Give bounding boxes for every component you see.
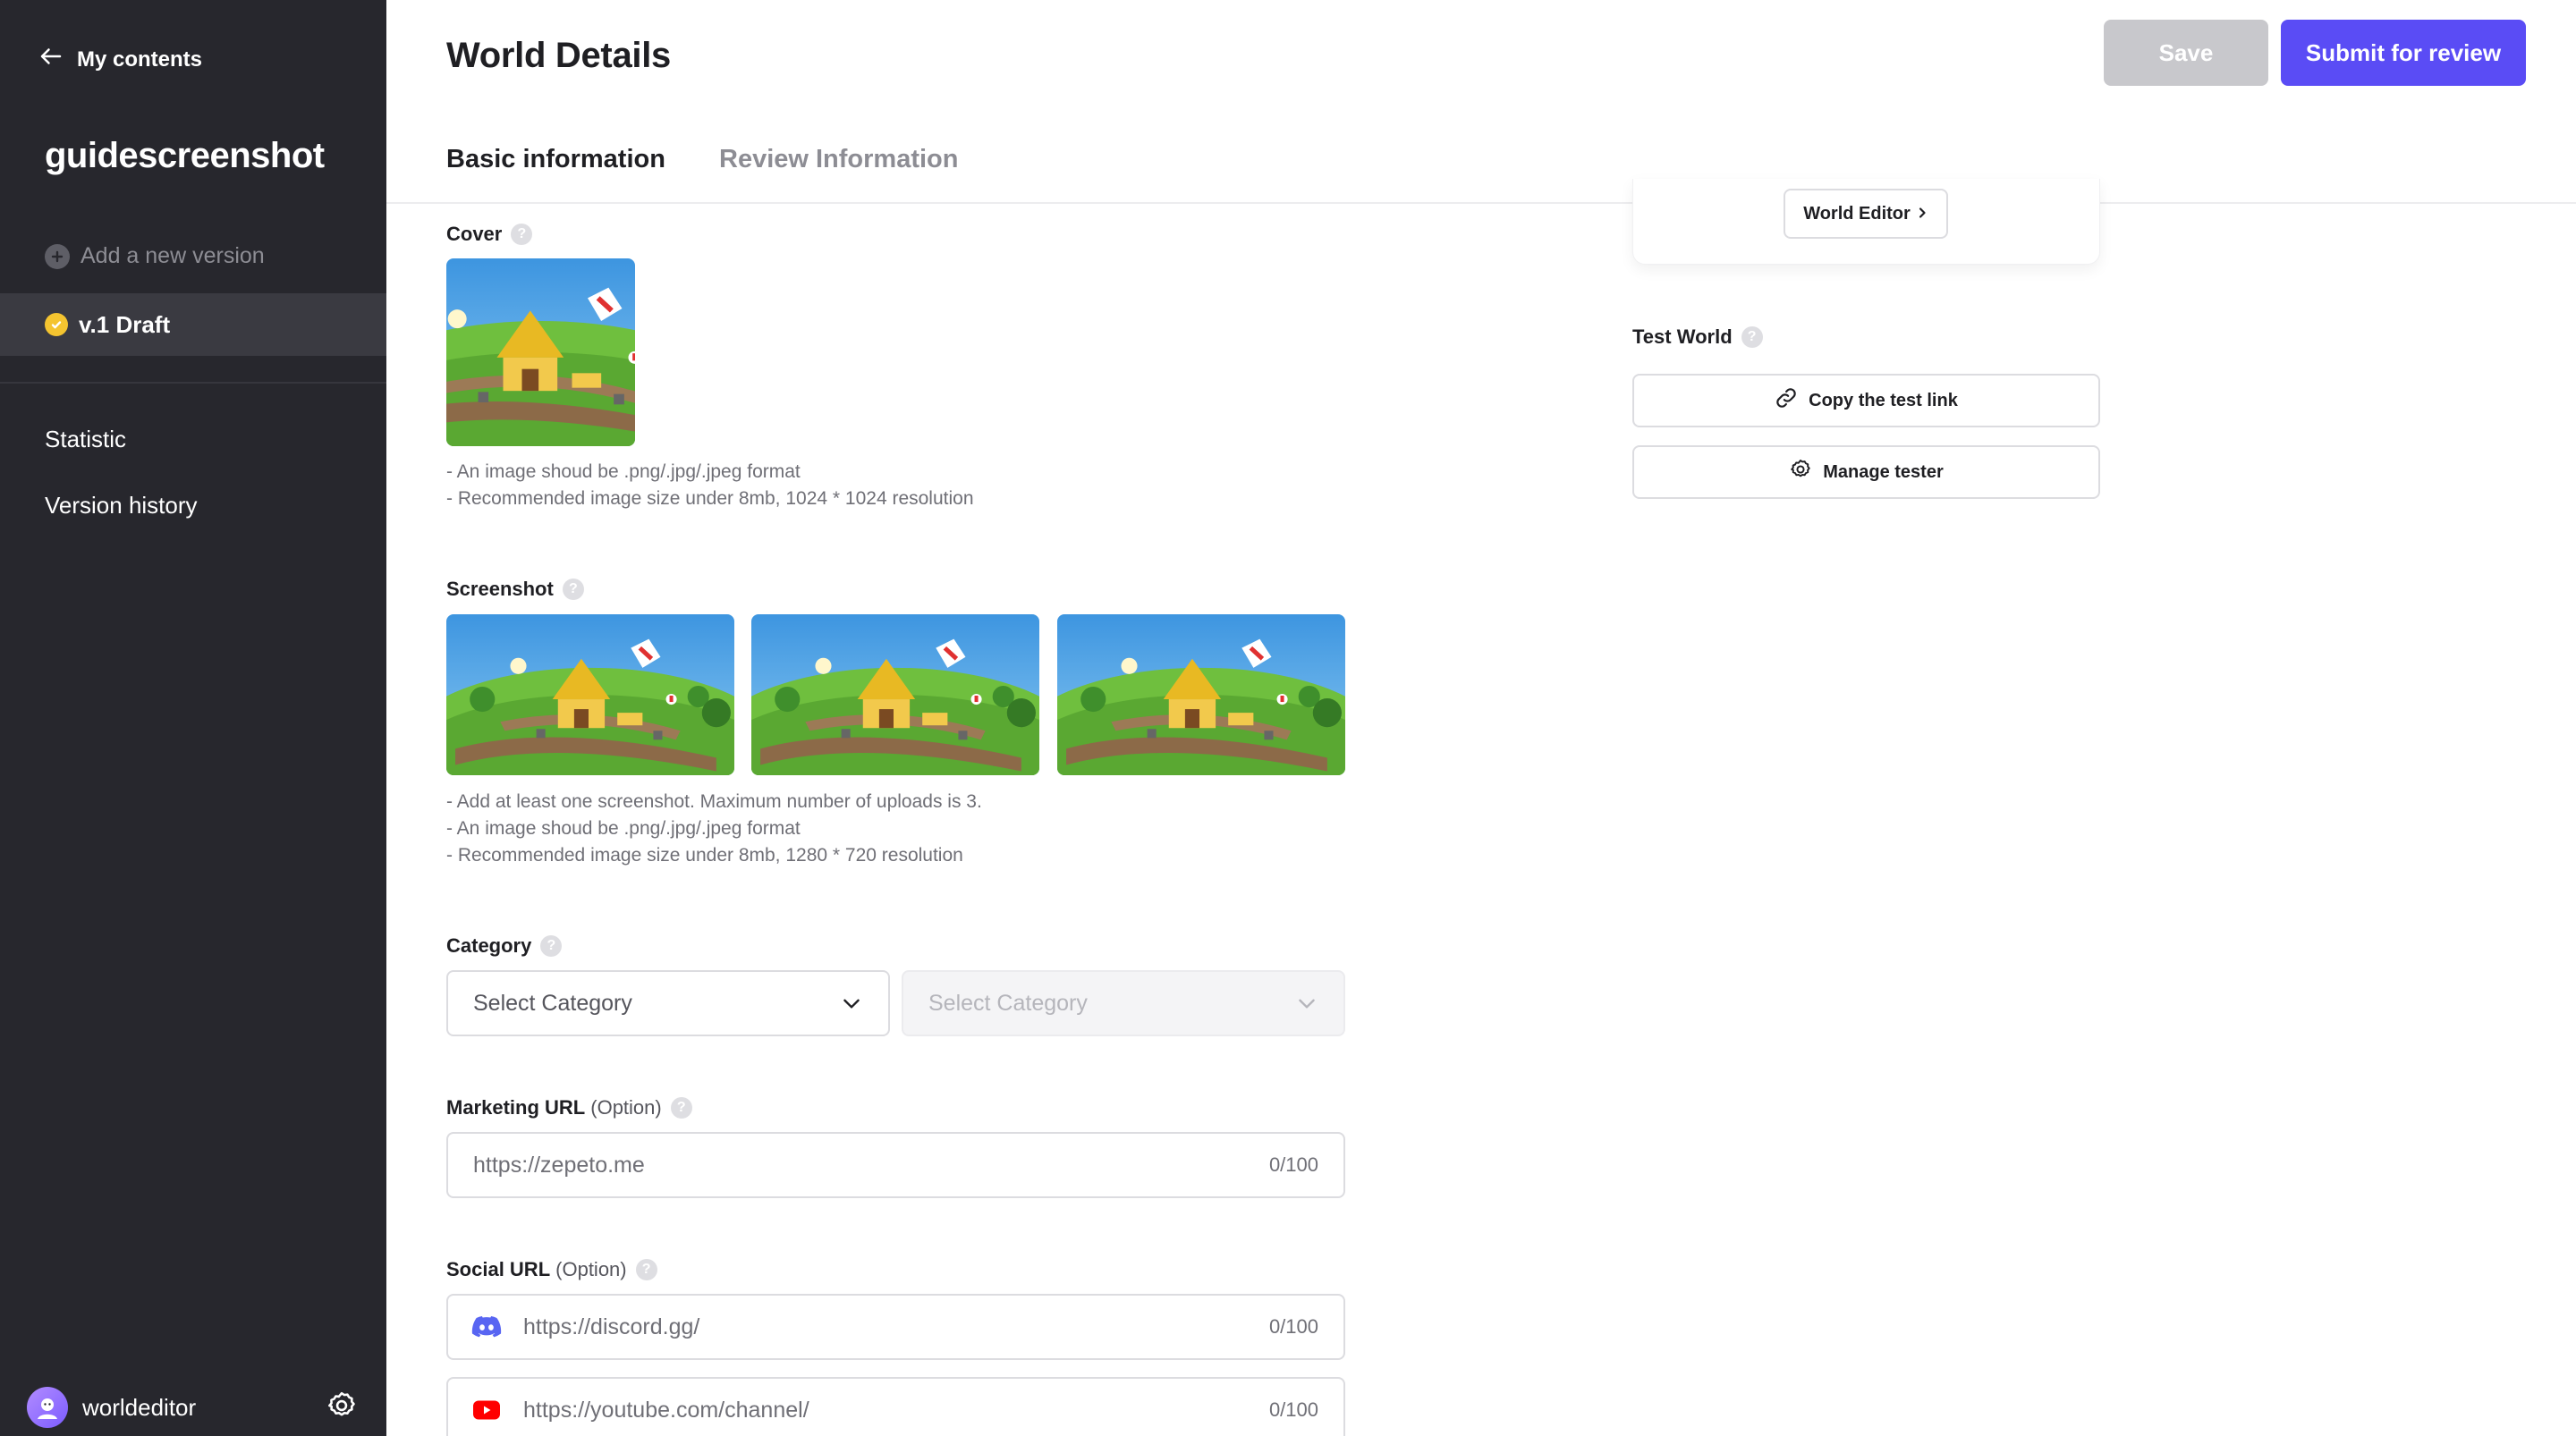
submit-for-review-button[interactable]: Submit for review (2281, 20, 2526, 86)
avatar[interactable] (27, 1387, 68, 1428)
cover-hints: - An image shoud be .png/.jpg/.jpeg form… (446, 459, 974, 512)
screenshot-title: Screenshot (446, 578, 554, 600)
cover-label: Cover ? (446, 223, 533, 246)
cover-image[interactable] (446, 258, 635, 446)
chevron-down-icon (840, 992, 863, 1015)
discord-icon (470, 1310, 504, 1344)
save-button[interactable]: Save (2104, 20, 2268, 86)
help-icon[interactable]: ? (1741, 326, 1763, 348)
tab-review-information[interactable]: Review Information (719, 145, 959, 174)
sidebar-item-version-history[interactable]: Version history (45, 492, 198, 519)
project-name: guidescreenshot (45, 136, 325, 175)
screenshot-image-2[interactable] (751, 614, 1039, 775)
test-world-label: Test World ? (1632, 325, 1763, 349)
manage-tester-label: Manage tester (1823, 461, 1944, 482)
screenshot-hints: - Add at least one screenshot. Maximum n… (446, 789, 982, 869)
gear-icon (326, 1390, 358, 1426)
user-row: worldeditor (27, 1386, 360, 1429)
marketing-url-label: Marketing URL (Option) ? (446, 1096, 692, 1119)
chevron-right-icon (1916, 204, 1928, 224)
chevron-down-icon (1295, 992, 1318, 1015)
sidebar-divider (0, 382, 386, 384)
help-icon[interactable]: ? (540, 935, 563, 957)
social-url-option: (Option) (555, 1258, 627, 1280)
sidebar-item-version-draft[interactable]: v.1 Draft (0, 293, 386, 356)
discord-url-counter: 0/100 (1268, 1315, 1318, 1338)
category-label: Category ? (446, 934, 563, 958)
social-url-label: Social URL (Option) ? (446, 1258, 657, 1281)
screenshot-hint-size: - Recommended image size under 8mb, 1280… (446, 845, 963, 866)
cover-hint-size: - Recommended image size under 8mb, 1024… (446, 488, 974, 509)
copy-test-link-label: Copy the test link (1809, 390, 1958, 410)
marketing-url-option: (Option) (590, 1096, 662, 1119)
header-divider (386, 202, 2576, 204)
marketing-url-input[interactable]: https://zepeto.me 0/100 (446, 1132, 1345, 1198)
screenshot-hint-count: - Add at least one screenshot. Maximum n… (446, 791, 982, 812)
world-editor-label: World Editor (1803, 203, 1911, 224)
screenshot-image-1[interactable] (446, 614, 734, 775)
version-label: v.1 Draft (79, 310, 171, 338)
cover-title: Cover (446, 223, 503, 245)
sidebar: My contents guidescreenshot Add a new ve… (0, 0, 386, 1436)
world-editor-button[interactable]: World Editor (1784, 189, 1948, 239)
link-icon (1775, 386, 1798, 415)
category-select-value: Select Category (473, 990, 632, 1016)
page-title: World Details (446, 36, 671, 75)
subcategory-select: Select Category (902, 970, 1345, 1036)
marketing-url-title: Marketing URL (446, 1096, 586, 1119)
marketing-url-placeholder: https://zepeto.me (473, 1152, 645, 1178)
youtube-icon (470, 1393, 504, 1427)
category-select[interactable]: Select Category (446, 970, 890, 1036)
test-world-title: Test World (1632, 325, 1733, 348)
youtube-url-placeholder: https://youtube.com/channel/ (523, 1397, 809, 1423)
subcategory-select-value: Select Category (928, 990, 1088, 1016)
back-link-label: My contents (77, 46, 203, 72)
add-version-button[interactable]: Add a new version (45, 243, 265, 269)
youtube-url-counter: 0/100 (1268, 1398, 1318, 1421)
help-icon[interactable]: ? (511, 224, 533, 245)
settings-button[interactable] (324, 1390, 360, 1425)
copy-test-link-button[interactable]: Copy the test link (1632, 374, 2100, 427)
help-icon[interactable]: ? (635, 1259, 657, 1280)
help-icon[interactable]: ? (670, 1097, 692, 1119)
check-circle-icon (45, 313, 68, 336)
add-version-label: Add a new version (80, 243, 265, 268)
arrow-left-icon (38, 43, 64, 76)
username: worldeditor (82, 1393, 197, 1421)
category-title: Category (446, 934, 532, 957)
back-to-my-contents-link[interactable]: My contents (38, 43, 202, 76)
gear-icon (1789, 458, 1812, 486)
discord-url-placeholder: https://discord.gg/ (523, 1314, 700, 1339)
screenshot-hint-format: - An image shoud be .png/.jpg/.jpeg form… (446, 818, 801, 839)
social-url-title: Social URL (446, 1258, 551, 1280)
plus-icon (45, 243, 70, 269)
youtube-url-input[interactable]: https://youtube.com/channel/ 0/100 (446, 1377, 1345, 1436)
help-icon[interactable]: ? (562, 579, 584, 600)
sidebar-item-statistic[interactable]: Statistic (45, 426, 126, 453)
discord-url-input[interactable]: https://discord.gg/ 0/100 (446, 1294, 1345, 1360)
cover-hint-format: - An image shoud be .png/.jpg/.jpeg form… (446, 461, 801, 482)
screenshot-image-3[interactable] (1057, 614, 1345, 775)
manage-tester-button[interactable]: Manage tester (1632, 445, 2100, 499)
marketing-url-counter: 0/100 (1268, 1153, 1318, 1176)
screenshot-label: Screenshot ? (446, 578, 584, 601)
tab-basic-information[interactable]: Basic information (446, 145, 665, 174)
